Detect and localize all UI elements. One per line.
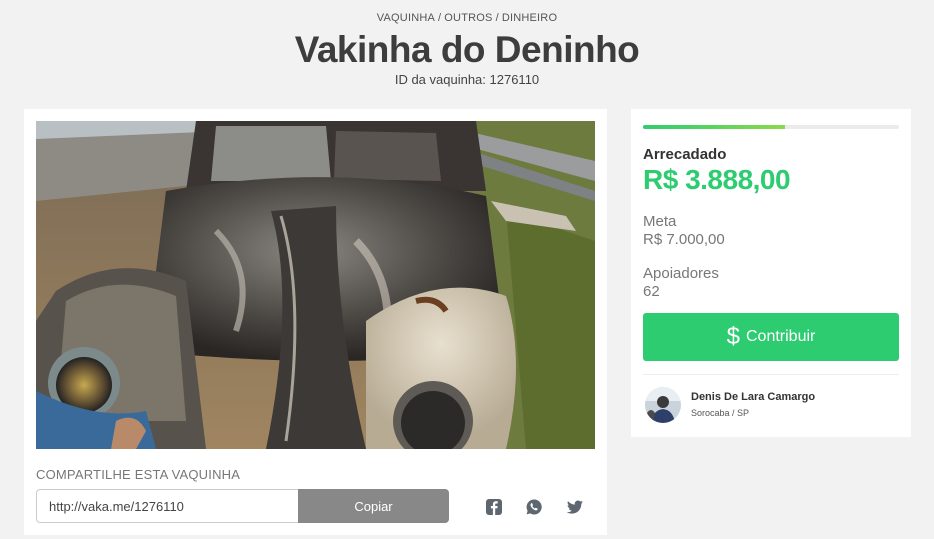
progress-bar bbox=[643, 125, 899, 129]
breadcrumb-item-vaquinha[interactable]: VAQUINHA bbox=[377, 12, 435, 24]
stats-card: Arrecadado R$ 3.888,00 Meta R$ 7.000,00 … bbox=[631, 109, 911, 437]
campaign-photo bbox=[36, 121, 595, 449]
share-title: COMPARTILHE ESTA VAQUINHA bbox=[36, 467, 241, 482]
supporters-value: 62 bbox=[643, 283, 660, 300]
page-title: Vakinha do Deninho bbox=[294, 29, 640, 70]
twitter-icon[interactable] bbox=[566, 498, 584, 516]
divider bbox=[643, 374, 899, 375]
breadcrumb: VAQUINHA / OUTROS / DINHEIRO bbox=[0, 12, 934, 24]
goal-value: R$ 7.000,00 bbox=[643, 231, 725, 248]
campaign-card: COMPARTILHE ESTA VAQUINHA Copiar bbox=[24, 109, 607, 535]
raised-value: R$ 3.888,00 bbox=[643, 164, 791, 195]
breadcrumb-separator: / bbox=[495, 12, 499, 24]
dollar-icon: $ bbox=[726, 323, 740, 350]
avatar[interactable] bbox=[645, 387, 681, 423]
breadcrumb-item-outros[interactable]: OUTROS bbox=[444, 12, 492, 24]
share-link-input[interactable] bbox=[36, 489, 299, 523]
contribute-button[interactable]: $ Contribuir bbox=[643, 313, 899, 361]
breadcrumb-separator: / bbox=[438, 12, 442, 24]
header: VAQUINHA / OUTROS / DINHEIRO Vakinha do Deni… bbox=[0, 0, 934, 87]
vaquinha-id: ID da vaquinha: 1276110 bbox=[394, 72, 540, 87]
copy-button[interactable]: Copiar bbox=[298, 489, 449, 523]
supporters-label: Apoiadores bbox=[643, 265, 719, 282]
whatsapp-icon[interactable] bbox=[525, 498, 543, 516]
contribute-label: Contribuir bbox=[746, 328, 816, 345]
owner-name[interactable]: Denis De Lara Camargo bbox=[691, 391, 815, 403]
breadcrumb-item-dinheiro[interactable]: DINHEIRO bbox=[502, 12, 557, 24]
facebook-icon[interactable] bbox=[485, 498, 503, 516]
raised-label: Arrecadado bbox=[643, 146, 727, 163]
goal-label: Meta bbox=[643, 213, 677, 230]
progress-fill bbox=[643, 125, 786, 129]
owner-location: Sorocaba / SP bbox=[691, 408, 750, 418]
